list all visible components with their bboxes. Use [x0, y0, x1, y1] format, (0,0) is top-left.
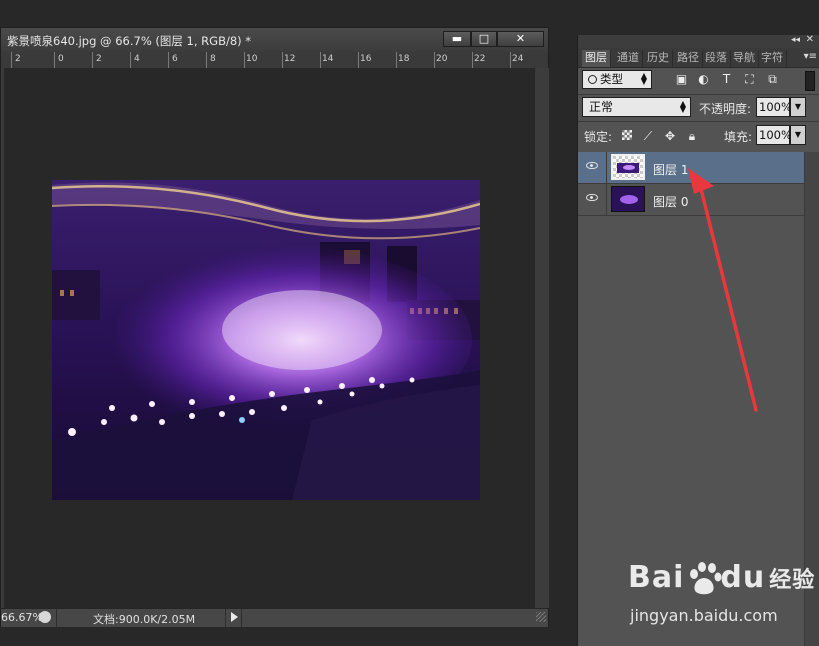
- paw-logo-icon: [690, 562, 722, 595]
- annotation-arrow: [688, 168, 758, 412]
- workspace: 紫景喷泉640.jpg @ 66.7% (图层 1, RGB/8) * ▬ □ …: [0, 0, 819, 646]
- baidu-jingyan-watermark: Bai du 经验 jingyan.baidu.com: [628, 560, 818, 642]
- watermark-url: jingyan.baidu.com: [630, 606, 778, 625]
